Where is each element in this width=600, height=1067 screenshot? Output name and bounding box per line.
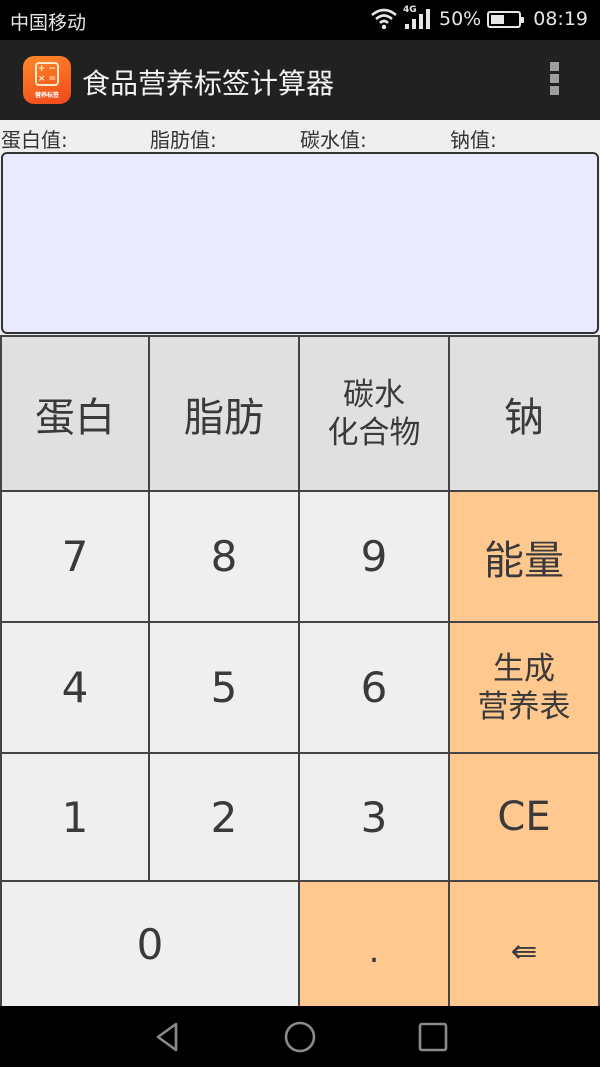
generate-nutrition-table-key[interactable]: 生成 营养表 bbox=[450, 623, 600, 754]
action-bar: + − × = 营养标签 食品营养标签计算器 bbox=[0, 40, 600, 120]
home-icon[interactable] bbox=[283, 1020, 317, 1054]
energy-key[interactable]: 能量 bbox=[450, 492, 600, 623]
recents-icon[interactable] bbox=[416, 1020, 450, 1054]
protein-value-label: 蛋白值: bbox=[1, 128, 68, 152]
digit-8-key[interactable]: 8 bbox=[150, 492, 300, 623]
calculator-app-icon: + − × = 营养标签 bbox=[23, 56, 71, 104]
digit-6-key[interactable]: 6 bbox=[300, 623, 450, 754]
app-title: 食品营养标签计算器 bbox=[82, 67, 335, 100]
carb-value-label: 碳水值: bbox=[300, 128, 367, 152]
digit-2-key[interactable]: 2 bbox=[150, 754, 300, 882]
calc-symbols: + − × = bbox=[35, 62, 59, 86]
backspace-icon: ⇚ bbox=[510, 932, 538, 970]
digit-1-key[interactable]: 1 bbox=[0, 754, 150, 882]
fat-key[interactable]: 脂肪 bbox=[150, 337, 300, 492]
app-icon-caption: 营养标签 bbox=[34, 92, 59, 99]
backspace-key[interactable]: ⇚ bbox=[450, 882, 600, 1008]
clear-entry-key[interactable]: CE bbox=[450, 754, 600, 882]
back-icon[interactable] bbox=[150, 1020, 184, 1054]
result-display[interactable] bbox=[1, 152, 599, 334]
signal-icon: 4G bbox=[403, 5, 433, 31]
overflow-menu-icon[interactable] bbox=[548, 62, 560, 100]
protein-key[interactable]: 蛋白 bbox=[0, 337, 150, 492]
digit-4-key[interactable]: 4 bbox=[0, 623, 150, 754]
carrier-name: 中国移动 bbox=[10, 12, 87, 34]
fat-value-label: 脂肪值: bbox=[150, 128, 217, 152]
sodium-value-label: 钠值: bbox=[450, 128, 497, 152]
decimal-point-key[interactable]: . bbox=[300, 882, 450, 1008]
value-labels: 蛋白值: 脂肪值: 碳水值: 钠值: bbox=[0, 120, 600, 152]
sodium-key[interactable]: 钠 bbox=[450, 337, 600, 492]
status-bar: 中国移动 4G 50% 08:19 bbox=[0, 0, 600, 40]
clock: 08:19 bbox=[533, 8, 588, 30]
digit-0-key[interactable]: 0 bbox=[0, 882, 300, 1008]
battery-percent: 50% bbox=[439, 8, 482, 30]
main-content: 蛋白值: 脂肪值: 碳水值: 钠值: 蛋白 脂肪 碳水 化合物 钠 7 8 9 … bbox=[0, 120, 600, 1008]
digit-3-key[interactable]: 3 bbox=[300, 754, 450, 882]
network-type: 4G bbox=[403, 5, 417, 15]
keypad: 蛋白 脂肪 碳水 化合物 钠 7 8 9 能量 4 5 6 生成 营养表 1 2… bbox=[0, 335, 600, 1008]
digit-7-key[interactable]: 7 bbox=[0, 492, 150, 623]
battery-icon bbox=[487, 10, 525, 28]
digit-5-key[interactable]: 5 bbox=[150, 623, 300, 754]
digit-9-key[interactable]: 9 bbox=[300, 492, 450, 623]
carbohydrate-key[interactable]: 碳水 化合物 bbox=[300, 337, 450, 492]
navigation-bar bbox=[0, 1006, 600, 1067]
wifi-icon bbox=[371, 8, 397, 30]
